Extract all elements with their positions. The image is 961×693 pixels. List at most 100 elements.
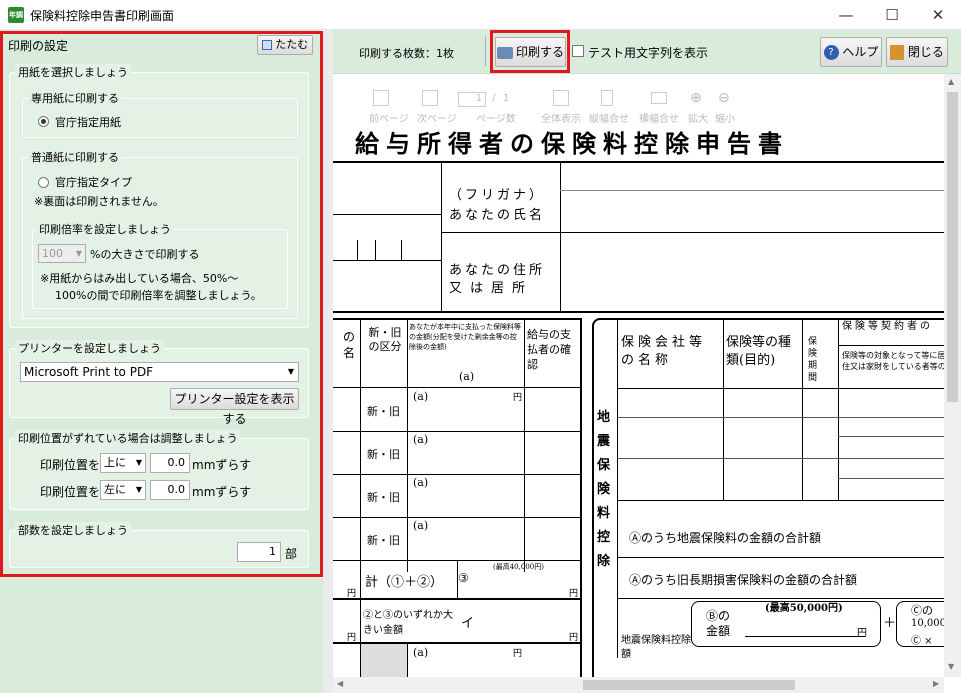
scale-select[interactable]: 100 ▼ — [38, 244, 86, 263]
scale-note-2: 100%の間で印刷倍率を調整しましょう。 — [55, 289, 262, 302]
max-50000: (最高50,000円) — [765, 603, 843, 614]
printer-icon — [496, 46, 513, 59]
doc-rule — [802, 318, 803, 501]
doc-rule — [375, 240, 376, 260]
doc-rule — [441, 161, 442, 311]
chevron-down-icon: ▼ — [287, 367, 294, 376]
col-amount-label: あなたが本年中に支払った保険料等の金額(分配を受けた剰余金等の控除後の金額) — [409, 323, 521, 351]
address-label-1: あなたの住所 — [449, 263, 546, 278]
doc-rule — [838, 478, 949, 479]
scroll-down-icon[interactable]: ▼ — [948, 662, 954, 671]
offset-legend: 印刷位置がずれている場合は調整しましょう — [15, 430, 241, 446]
offset-direction-select-1[interactable]: 上に ▼ — [100, 453, 146, 473]
title-bar: 年調 保険料控除申告書印刷画面 — ☐ ✕ — [0, 0, 961, 30]
doc-rule-top — [333, 161, 949, 163]
scroll-right-icon[interactable]: ▶ — [933, 679, 939, 688]
scale-legend: 印刷倍率を設定しましょう — [36, 221, 174, 237]
max-40000: (最高40,000円) — [493, 563, 544, 571]
offset-direction-value-1: 上に — [104, 456, 126, 469]
print-label: 印刷する — [515, 45, 564, 59]
doc-rule — [580, 318, 582, 677]
close-button[interactable]: 閉じる — [886, 37, 948, 67]
doc-rule — [838, 436, 949, 437]
c-label-2: 10,000 — [911, 618, 946, 629]
next-page-label: 次ページ — [417, 114, 457, 125]
print-button[interactable]: 印刷する — [495, 37, 566, 67]
shaded-cell — [361, 644, 407, 677]
printer-settings-button[interactable]: プリンター設定を表示する — [170, 388, 299, 426]
official-type-radio[interactable] — [38, 177, 49, 188]
earthquake-deduction-label: 地震保険料控除 — [597, 410, 611, 569]
test-string-checkbox[interactable] — [572, 45, 584, 57]
pane-splitter[interactable] — [323, 30, 333, 693]
doc-rule — [333, 260, 441, 261]
table-row-label: 新・旧 — [367, 405, 400, 418]
doc-rule — [333, 474, 581, 475]
total-label: 計（①＋②） — [365, 575, 444, 590]
fit-height-label: 縦幅合せ — [589, 114, 629, 125]
fit-height-icon[interactable] — [601, 90, 613, 106]
offset-value-input-2[interactable]: 0.0 — [150, 480, 190, 500]
vertical-scrollbar[interactable]: ▲ ▼ — [944, 74, 961, 677]
sum-longterm: Ⓐのうち旧長期損害保険料の金額の合計額 — [629, 573, 858, 587]
prev-page-icon[interactable] — [373, 90, 389, 106]
copies-legend: 部数を設定しましょう — [15, 522, 131, 538]
page-input[interactable]: 1 — [458, 92, 486, 107]
maximize-button[interactable]: ☐ — [869, 0, 915, 30]
page-count-label: ページ数 — [476, 114, 516, 125]
col-shin-label: 新・旧の区分 — [368, 326, 402, 353]
offset-direction-select-2[interactable]: 左に ▼ — [100, 480, 146, 500]
next-page-icon[interactable] — [422, 90, 438, 106]
doc-rule — [333, 431, 581, 432]
table-row-a: (a) — [413, 390, 429, 403]
offset-value-input-1[interactable]: 0.0 — [150, 453, 190, 473]
col-a-label: (a) — [459, 370, 475, 383]
copies-unit: 部 — [285, 547, 298, 561]
doc-rule — [617, 417, 949, 418]
scroll-up-icon[interactable]: ▲ — [948, 77, 954, 86]
fit-width-icon[interactable] — [651, 92, 667, 104]
insurance-type-label: 保険等の種類(目的) — [726, 335, 792, 368]
table-row-label: 新・旧 — [367, 448, 400, 461]
test-string-label: テスト用文字列を表示 — [588, 46, 709, 60]
doc-rule — [333, 318, 581, 320]
printer-select[interactable]: Microsoft Print to PDF ▼ — [20, 362, 299, 382]
chevron-down-icon: ▼ — [75, 249, 82, 258]
scroll-left-icon[interactable]: ◀ — [337, 679, 343, 688]
help-icon: ? — [823, 45, 839, 60]
page-separator: / — [492, 93, 496, 104]
sum-earthquake: Ⓐのうち地震保険料の金額の合計額 — [629, 531, 822, 545]
doc-rule — [723, 318, 724, 501]
official-paper-radio[interactable] — [38, 116, 49, 127]
horizontal-scroll-thumb[interactable] — [583, 680, 795, 690]
horizontal-scrollbar[interactable]: ◀ ▶ — [333, 677, 944, 693]
scale-value: 100 — [42, 247, 63, 260]
zoom-in-icon[interactable]: ⊕ — [690, 90, 702, 106]
settings-pane-bottom — [0, 578, 330, 693]
offset-label-2: 印刷位置を — [40, 485, 101, 499]
i-mark: イ — [461, 616, 475, 631]
minimize-button[interactable]: — — [823, 0, 869, 30]
close-window-button[interactable]: ✕ — [915, 0, 961, 30]
fit-all-icon[interactable] — [553, 90, 569, 106]
print-count: 印刷する枚数：1枚 — [359, 47, 454, 60]
doc-rule — [745, 636, 865, 637]
help-button[interactable]: ? ヘルプ — [820, 37, 882, 67]
back-side-note: ※裏面は印刷されません。 — [34, 195, 164, 208]
table-row-a: (a) — [413, 433, 429, 446]
copies-input[interactable]: 1 — [237, 542, 281, 562]
collapse-button[interactable]: たたむ — [257, 35, 313, 55]
vertical-scroll-thumb[interactable] — [947, 92, 958, 402]
address-label-2: 又は居所 — [449, 281, 534, 296]
c-label-1: Ⓒの — [911, 604, 933, 617]
fit-width-label: 横幅合せ — [639, 114, 679, 125]
window-title: 保険料控除申告書印刷画面 — [30, 9, 175, 23]
official-paper-label: 官庁指定用紙 — [55, 116, 121, 129]
doc-rule — [838, 345, 949, 346]
doc-rule — [441, 232, 949, 233]
zoom-out-icon[interactable]: ⊖ — [718, 90, 730, 106]
doc-rule — [560, 161, 561, 311]
printer-legend: プリンターを設定しましょう — [15, 340, 164, 356]
offset-unit-2: mmずらす — [192, 485, 252, 499]
collapse-label: たたむ — [275, 38, 309, 51]
